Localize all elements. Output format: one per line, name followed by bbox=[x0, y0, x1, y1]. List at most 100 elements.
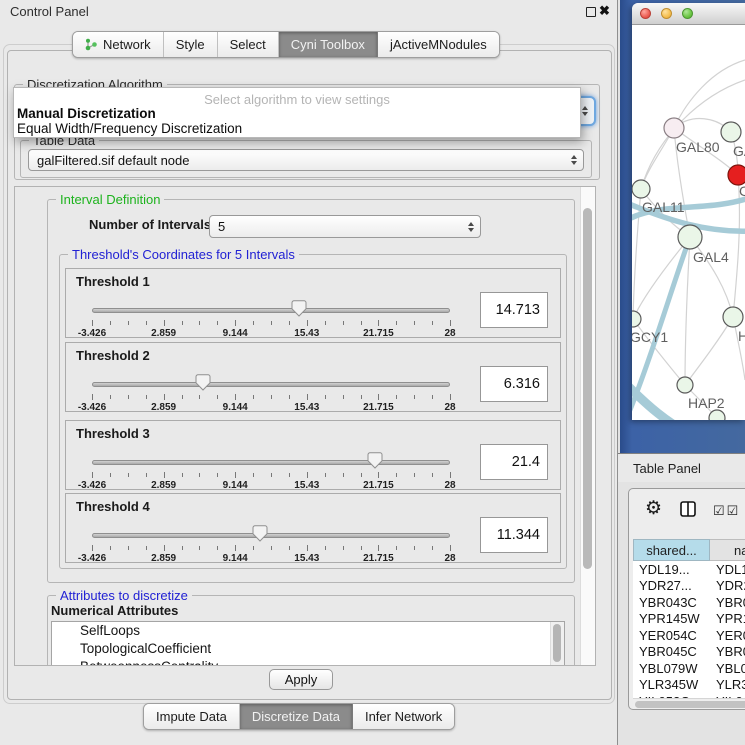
slider-thumb[interactable] bbox=[367, 452, 382, 469]
slider-thumb-icon bbox=[367, 452, 382, 469]
settings-vertical-scrollbar-thumb[interactable] bbox=[583, 208, 592, 569]
network-node-gcy1[interactable] bbox=[632, 311, 641, 327]
tick-mark bbox=[325, 321, 326, 325]
zoom-traffic-light-icon[interactable] bbox=[682, 8, 693, 19]
bottom-tab-bar: Impute DataDiscretize Data Infer Network bbox=[143, 703, 455, 730]
table-data-combo[interactable]: galFiltered.sif default node bbox=[28, 149, 584, 171]
network-node-gal80[interactable] bbox=[664, 118, 684, 138]
bottom-tab-discretize-data[interactable]: Discretize Data bbox=[240, 704, 353, 729]
slider-track[interactable] bbox=[92, 382, 450, 387]
threshold-slider[interactable]: -3.4262.8599.14415.4321.71528 bbox=[92, 524, 450, 564]
tick-mark bbox=[146, 473, 147, 477]
minimize-traffic-light-icon[interactable] bbox=[661, 8, 672, 19]
table-column-header[interactable]: shared... bbox=[633, 539, 710, 561]
tick-label: 15.43 bbox=[294, 402, 319, 413]
slider-track[interactable] bbox=[92, 533, 450, 538]
table-row[interactable]: YER054CYER0 bbox=[633, 627, 745, 644]
network-node-label: GCY1 bbox=[632, 329, 668, 345]
close-icon[interactable]: ✖ bbox=[599, 3, 610, 19]
network-edge[interactable] bbox=[633, 237, 690, 319]
table-cell: YPR145W bbox=[633, 611, 713, 626]
algorithm-dropdown-popup: Select algorithm to view settings Manual… bbox=[13, 87, 581, 138]
threshold-value-field[interactable]: 14.713 bbox=[480, 292, 548, 328]
table-row[interactable]: YLR345WYLR3 bbox=[633, 677, 745, 694]
threshold-value-field[interactable]: 21.4 bbox=[480, 444, 548, 480]
tick-mark bbox=[307, 394, 308, 400]
settings-scrollpane: Interval Definition Number of Intervals … bbox=[14, 186, 596, 666]
bottom-tab-infer-network[interactable]: Infer Network bbox=[353, 704, 454, 729]
attribute-list-item[interactable]: TopologicalCoefficient bbox=[52, 640, 564, 658]
tab-style[interactable]: Style bbox=[164, 32, 218, 57]
close-traffic-light-icon[interactable] bbox=[640, 8, 651, 19]
column-layout-icon[interactable] bbox=[680, 501, 696, 522]
network-node-label: GAL11 bbox=[642, 199, 685, 215]
attributes-list-scrollbar-thumb[interactable] bbox=[553, 624, 561, 662]
attribute-list-item[interactable]: BetweennessCentrality bbox=[52, 658, 564, 666]
slider-thumb[interactable] bbox=[253, 525, 268, 542]
control-panel-window: Control Panel ✖ NetworkStyleSelectCyni T… bbox=[0, 0, 618, 745]
threshold-value-field[interactable]: 11.344 bbox=[480, 517, 548, 553]
threshold-value-field[interactable]: 6.316 bbox=[480, 366, 548, 402]
threshold-slider[interactable]: -3.4262.8599.14415.4321.71528 bbox=[92, 451, 450, 491]
network-canvas[interactable]: GAL80GACGAL11GAL4GCY1HHAP2 bbox=[632, 25, 745, 420]
slider-track[interactable] bbox=[92, 308, 450, 313]
tick-label: -3.426 bbox=[78, 402, 106, 413]
algorithm-option[interactable]: Manual Discretization bbox=[17, 106, 156, 121]
table-panel: ⚙ ☑☑ shared...na YDL19...YDL1YDR27...YDR… bbox=[628, 488, 745, 710]
apply-button[interactable]: Apply bbox=[269, 669, 333, 690]
network-node-red-node[interactable] bbox=[728, 165, 745, 185]
tick-mark bbox=[396, 546, 397, 550]
attributes-list-scrollbar[interactable] bbox=[550, 622, 564, 666]
settings-vertical-scrollbar[interactable] bbox=[580, 187, 595, 665]
checkbox-checked-icons[interactable]: ☑☑ bbox=[713, 503, 740, 519]
network-edge[interactable] bbox=[685, 317, 733, 385]
attribute-list-item[interactable]: SelfLoops bbox=[52, 622, 564, 640]
tick-label: 2.859 bbox=[151, 553, 176, 564]
number-of-intervals-combo[interactable]: 5 bbox=[209, 215, 481, 238]
slider-thumb[interactable] bbox=[291, 300, 306, 317]
bottom-tab-impute-data[interactable]: Impute Data bbox=[144, 704, 240, 729]
network-node-gal-top-right[interactable] bbox=[721, 122, 741, 142]
algorithm-option[interactable]: Equal Width/Frequency Discretization bbox=[17, 121, 242, 136]
network-node-bottom-cut[interactable] bbox=[709, 410, 725, 420]
table-row[interactable]: YBL079WYBL0 bbox=[633, 660, 745, 677]
gear-icon[interactable]: ⚙ bbox=[645, 497, 662, 520]
tick-label: 2.859 bbox=[151, 480, 176, 491]
tick-mark bbox=[396, 395, 397, 399]
slider-thumb[interactable] bbox=[195, 374, 210, 391]
float-window-icon[interactable] bbox=[586, 7, 596, 17]
threshold-slider[interactable]: -3.4262.8599.14415.4321.71528 bbox=[92, 299, 450, 339]
bottom-tab-label: Infer Network bbox=[365, 709, 442, 724]
table-row[interactable]: YDR27...YDR2 bbox=[633, 578, 745, 595]
table-column-header[interactable]: na bbox=[710, 539, 745, 561]
slider-track[interactable] bbox=[92, 460, 450, 465]
table-row[interactable]: YBR043CYBR0 bbox=[633, 594, 745, 611]
table-row[interactable]: YPR145WYPR1 bbox=[633, 611, 745, 628]
tick-mark bbox=[128, 473, 129, 477]
tab-network[interactable]: Network bbox=[73, 32, 164, 57]
tab-cyni-toolbox[interactable]: Cyni Toolbox bbox=[279, 32, 378, 57]
table-row[interactable]: YBR045CYBR0 bbox=[633, 644, 745, 661]
network-node-hap2[interactable] bbox=[677, 377, 693, 393]
slider-ticks bbox=[92, 320, 450, 327]
tab-jactivemnodules[interactable]: jActiveMNodules bbox=[378, 32, 499, 57]
slider-thumb-icon bbox=[291, 300, 306, 317]
table-horizontal-scrollbar[interactable] bbox=[633, 698, 745, 709]
network-edge[interactable] bbox=[685, 237, 690, 385]
tick-mark bbox=[128, 321, 129, 325]
numerical-attributes-list[interactable]: SelfLoopsTopologicalCoefficientBetweenne… bbox=[51, 621, 565, 666]
tick-mark bbox=[182, 321, 183, 325]
network-node-gal11[interactable] bbox=[632, 180, 650, 198]
network-node-gal4[interactable] bbox=[678, 225, 702, 249]
table-horizontal-scrollbar-thumb[interactable] bbox=[635, 701, 745, 708]
network-icon bbox=[85, 38, 98, 51]
threshold-slider[interactable]: -3.4262.8599.14415.4321.71528 bbox=[92, 373, 450, 413]
numerical-attributes-label: Numerical Attributes bbox=[51, 603, 178, 618]
tick-mark bbox=[92, 320, 93, 326]
table-row[interactable]: YDL19...YDL1 bbox=[633, 561, 745, 578]
network-node-h-right[interactable] bbox=[723, 307, 743, 327]
tab-select[interactable]: Select bbox=[218, 32, 279, 57]
network-window-titlebar[interactable] bbox=[632, 3, 745, 25]
table-cell: YDR2 bbox=[713, 578, 745, 593]
tick-label: 21.715 bbox=[363, 553, 394, 564]
